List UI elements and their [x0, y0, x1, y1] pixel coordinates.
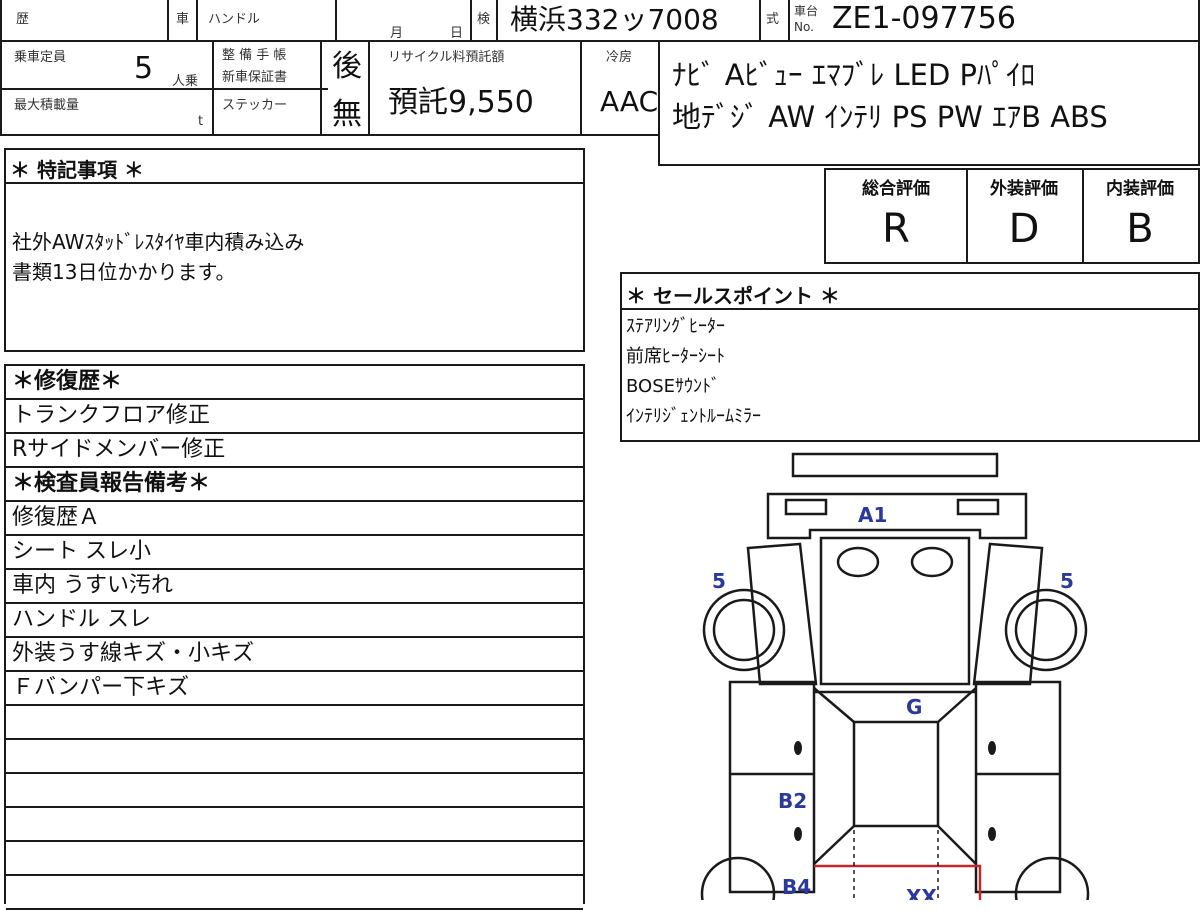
sales-points-title: ＊ セールスポイント ＊	[626, 284, 840, 308]
capacity-unit: 人乗	[172, 74, 199, 89]
sales-point-item: ｽﾃｱﾘﾝｸﾞﾋｰﾀｰ	[626, 316, 725, 337]
chassis-label-top: 車台	[794, 4, 819, 18]
report-row: Ｆバンパー下キズ	[6, 672, 583, 706]
maintenance-label: 整 備 手 帳	[222, 48, 287, 63]
model-label: 式	[766, 12, 780, 27]
special-notes-line-2: 書類13日位かかります。	[12, 260, 236, 284]
mark-a1: A1	[858, 503, 887, 527]
month-label: 月	[390, 26, 404, 41]
mark-g: G	[906, 695, 922, 719]
grade-overall-value: R	[882, 206, 910, 252]
spec-block: 乗車定員 5 人乗 最大積載量 t 整 備 手 帳 新車保証書 ステッカー 後 …	[0, 40, 662, 136]
inspection-label: 検	[477, 12, 491, 27]
grade-interior-label: 内装評価	[1106, 179, 1174, 199]
sales-point-item: ｲﾝﾃﾘｼﾞｪﾝﾄﾙｰﾑﾐﾗｰ	[626, 406, 761, 427]
load-label: 最大積載量	[14, 98, 80, 113]
inspection-value: 横浜332ッ7008	[510, 3, 719, 36]
recycle-label: リサイクル料預託額	[388, 50, 505, 65]
car-damage-diagram: A1 5 5 G B2 B4 XX	[700, 452, 1090, 900]
special-notes-title: ＊ 特記事項 ＊	[10, 158, 144, 182]
report-row: 外装うす線キズ・小キズ	[6, 638, 583, 672]
report-row: ＊修復歴＊	[6, 366, 583, 400]
equipment-box: ﾅﾋﾞ Aﾋﾞｭｰ ｴﾏﾌﾞﾚ LED Pﾊﾟｲﾛ 地ﾃﾞｼﾞ AW ｲﾝﾃﾘ …	[658, 40, 1200, 166]
report-row: 修復歴Ａ	[6, 502, 583, 536]
mark-left-tire: 5	[712, 569, 726, 593]
sticker-value: 無	[332, 97, 362, 132]
capacity-label: 乗車定員	[14, 50, 67, 65]
mark-b4: B4	[782, 875, 811, 899]
mark-xx: XX	[906, 885, 937, 900]
load-unit: t	[198, 114, 204, 129]
special-notes-box: ＊ 特記事項 ＊ 社外AWｽﾀｯﾄﾞﾚｽﾀｲﾔ車内積み込み 書類13日位かかりま…	[4, 148, 585, 352]
maintenance-value: 後	[332, 49, 362, 84]
day-label: 日	[450, 26, 464, 41]
grade-exterior-value: D	[1008, 206, 1040, 252]
cooler-label: 冷房	[606, 50, 633, 65]
header-row: 歴 車 ハンドル 月 日 検 横浜332ッ7008 式 車台 No. ZE1-0…	[0, 0, 1200, 42]
sales-points-list: ｽﾃｱﾘﾝｸﾞﾋｰﾀｰ 前席ﾋｰﾀｰｼｰﾄ BOSEｻｳﾝﾄﾞ ｲﾝﾃﾘｼﾞｪﾝ…	[626, 312, 761, 432]
report-row	[6, 774, 583, 808]
report-row: シート スレ小	[6, 536, 583, 570]
report-row	[6, 842, 583, 876]
capacity-value: 5	[134, 51, 154, 86]
handle-label: ハンドル	[208, 12, 261, 27]
report-row	[6, 740, 583, 774]
chassis-value: ZE1-097756	[832, 1, 1016, 36]
sales-points-box: ＊ セールスポイント ＊ ｽﾃｱﾘﾝｸﾞﾋｰﾀｰ 前席ﾋｰﾀｰｼｰﾄ BOSEｻ…	[620, 272, 1200, 442]
chassis-label-no: No.	[794, 20, 814, 34]
grade-overall-label: 総合評価	[862, 179, 930, 199]
special-notes-line-1: 社外AWｽﾀｯﾄﾞﾚｽﾀｲﾔ車内積み込み	[12, 230, 305, 254]
grades-box: 総合評価 R 外装評価 D 内装評価 B	[824, 168, 1200, 264]
sales-point-item: BOSEｻｳﾝﾄﾞ	[626, 376, 720, 397]
sales-point-item: 前席ﾋｰﾀｰｼｰﾄ	[626, 346, 725, 367]
equipment-line-2: 地ﾃﾞｼﾞ AW ｲﾝﾃﾘ PS PW ｴｱB ABS	[672, 100, 1108, 134]
cooler-value: AAC	[600, 85, 659, 118]
grade-exterior-label: 外装評価	[990, 179, 1058, 199]
report-row	[6, 808, 583, 842]
report-row	[6, 876, 583, 910]
mark-right-tire: 5	[1060, 569, 1074, 593]
equipment-line-1: ﾅﾋﾞ Aﾋﾞｭｰ ｴﾏﾌﾞﾚ LED Pﾊﾟｲﾛ	[672, 58, 1036, 92]
report-row: ＊検査員報告備考＊	[6, 468, 583, 502]
recycle-value: 預託9,550	[388, 85, 534, 120]
report-row: ハンドル スレ	[6, 604, 583, 638]
report-table: ＊修復歴＊ トランクフロア修正 Rサイドメンバー修正 ＊検査員報告備考＊ 修復歴…	[4, 364, 585, 910]
grade-overall: 総合評価 R	[826, 170, 966, 262]
report-row: Rサイドメンバー修正	[6, 434, 583, 468]
sticker-label: ステッカー	[222, 98, 288, 113]
grade-interior: 内装評価 B	[1082, 170, 1198, 262]
mark-b2: B2	[778, 789, 807, 813]
report-row: 車内 うすい汚れ	[6, 570, 583, 604]
history-label: 歴	[16, 12, 30, 27]
grade-exterior: 外装評価 D	[966, 170, 1082, 262]
grade-interior-value: B	[1126, 206, 1154, 252]
report-row: トランクフロア修正	[6, 400, 583, 434]
car-label: 車	[176, 12, 190, 27]
report-row	[6, 706, 583, 740]
warranty-label: 新車保証書	[222, 70, 288, 85]
